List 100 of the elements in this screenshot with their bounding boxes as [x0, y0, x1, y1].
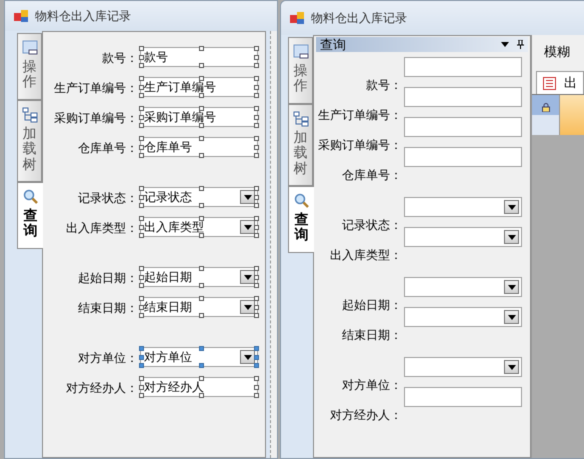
result-tab[interactable]: 出	[536, 71, 584, 94]
resize-handle[interactable]	[199, 313, 204, 318]
text-field[interactable]: 采购订单编号	[140, 107, 258, 127]
dropdown-button[interactable]	[504, 230, 519, 244]
resize-handle[interactable]	[199, 346, 204, 351]
resize-handle[interactable]	[199, 266, 204, 271]
resize-handle[interactable]	[199, 153, 204, 158]
dropdown-button[interactable]	[504, 280, 519, 294]
resize-handle[interactable]	[254, 123, 259, 128]
resize-handle[interactable]	[254, 233, 259, 238]
text-field[interactable]: 生产订单编号	[140, 77, 258, 97]
resize-handle[interactable]	[139, 216, 144, 221]
text-field[interactable]	[404, 147, 522, 167]
text-field[interactable]	[404, 387, 522, 407]
resize-handle[interactable]	[139, 225, 144, 230]
resize-handle[interactable]	[139, 346, 144, 351]
dropdown-button[interactable]	[240, 350, 255, 364]
combo-box[interactable]: 对方单位	[140, 347, 258, 367]
resize-handle[interactable]	[254, 225, 259, 230]
dropdown-button[interactable]	[504, 200, 519, 214]
side-tab[interactable]: 加载树	[288, 104, 313, 186]
combo-box[interactable]: 出入库类型	[140, 217, 258, 237]
text-field[interactable]	[404, 57, 522, 77]
resize-handle[interactable]	[254, 313, 259, 318]
resize-handle[interactable]	[254, 376, 259, 381]
resize-handle[interactable]	[254, 136, 259, 141]
resize-handle[interactable]	[254, 346, 259, 351]
dropdown-button[interactable]	[240, 300, 255, 314]
resize-handle[interactable]	[254, 145, 259, 150]
combo-box[interactable]	[404, 357, 522, 377]
resize-handle[interactable]	[139, 93, 144, 98]
dropdown-button[interactable]	[240, 220, 255, 234]
combo-box[interactable]	[404, 197, 522, 217]
resize-handle[interactable]	[254, 106, 259, 111]
text-field[interactable]: 仓库单号	[140, 137, 258, 157]
resize-handle[interactable]	[139, 85, 144, 90]
resize-handle[interactable]	[139, 106, 144, 111]
resize-handle[interactable]	[139, 195, 144, 200]
side-tab[interactable]: 加载树	[17, 100, 42, 182]
resize-handle[interactable]	[139, 76, 144, 81]
resize-handle[interactable]	[199, 296, 204, 301]
side-tab[interactable]: 查询	[288, 186, 314, 253]
resize-handle[interactable]	[199, 363, 204, 368]
text-field[interactable]: 款号	[140, 47, 258, 67]
resize-handle[interactable]	[254, 266, 259, 271]
resize-handle[interactable]	[254, 115, 259, 120]
resize-handle[interactable]	[199, 186, 204, 191]
resize-handle[interactable]	[254, 363, 259, 368]
resize-handle[interactable]	[254, 275, 259, 280]
resize-handle[interactable]	[254, 385, 259, 390]
resize-handle[interactable]	[139, 376, 144, 381]
resize-handle[interactable]	[139, 363, 144, 368]
resize-handle[interactable]	[139, 233, 144, 238]
resize-handle[interactable]	[254, 93, 259, 98]
combo-box[interactable]	[404, 227, 522, 247]
resize-handle[interactable]	[254, 186, 259, 191]
resize-handle[interactable]	[254, 76, 259, 81]
resize-handle[interactable]	[199, 203, 204, 208]
resize-handle[interactable]	[139, 186, 144, 191]
resize-handle[interactable]	[199, 136, 204, 141]
resize-handle[interactable]	[254, 195, 259, 200]
combo-box[interactable]: 起始日期	[140, 267, 258, 287]
combo-box[interactable]	[404, 307, 522, 327]
resize-handle[interactable]	[139, 115, 144, 120]
resize-handle[interactable]	[139, 385, 144, 390]
resize-handle[interactable]	[139, 355, 144, 360]
resize-handle[interactable]	[254, 46, 259, 51]
resize-handle[interactable]	[139, 136, 144, 141]
text-field[interactable]	[404, 87, 522, 107]
resize-handle[interactable]	[254, 153, 259, 158]
resize-handle[interactable]	[139, 145, 144, 150]
resize-handle[interactable]	[139, 266, 144, 271]
resize-handle[interactable]	[254, 63, 259, 68]
dropdown-button[interactable]	[504, 310, 519, 324]
resize-handle[interactable]	[254, 283, 259, 288]
resize-handle[interactable]	[139, 296, 144, 301]
resize-handle[interactable]	[139, 123, 144, 128]
resize-handle[interactable]	[254, 203, 259, 208]
resize-handle[interactable]	[139, 63, 144, 68]
resize-handle[interactable]	[199, 393, 204, 398]
resize-handle[interactable]	[199, 233, 204, 238]
resize-handle[interactable]	[139, 305, 144, 310]
resize-handle[interactable]	[254, 355, 259, 360]
resize-handle[interactable]	[254, 216, 259, 221]
resize-handle[interactable]	[199, 283, 204, 288]
dropdown-button[interactable]	[240, 190, 255, 204]
resize-handle[interactable]	[254, 305, 259, 310]
resize-handle[interactable]	[199, 376, 204, 381]
resize-handle[interactable]	[254, 296, 259, 301]
resize-handle[interactable]	[199, 216, 204, 221]
combo-box[interactable]	[404, 277, 522, 297]
resize-handle[interactable]	[199, 76, 204, 81]
resize-handle[interactable]	[139, 153, 144, 158]
resize-handle[interactable]	[139, 55, 144, 60]
resize-handle[interactable]	[139, 393, 144, 398]
side-tab[interactable]: 查询	[17, 182, 43, 249]
resize-handle[interactable]	[254, 55, 259, 60]
resize-handle[interactable]	[139, 203, 144, 208]
resize-handle[interactable]	[199, 93, 204, 98]
combo-box[interactable]: 记录状态	[140, 187, 258, 207]
